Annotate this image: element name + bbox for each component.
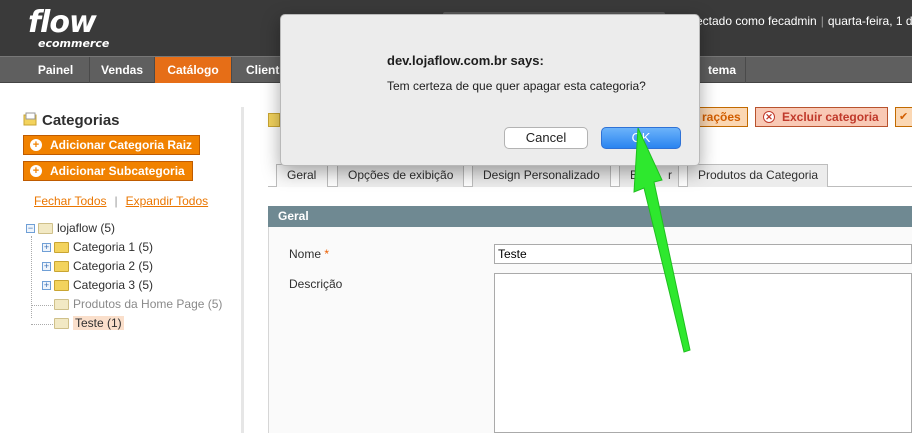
tree-node-produtos-home[interactable]: Produtos da Home Page (5)	[54, 295, 222, 313]
dialog-message: Tem certeza de que quer apagar esta cate…	[387, 79, 646, 93]
expand-node-icon[interactable]: +	[42, 262, 51, 272]
delete-category-label: Excluir categoria	[782, 110, 879, 124]
tree-node-categoria-2[interactable]: + Categoria 2 (5)	[42, 257, 153, 275]
tree-node-categoria-3[interactable]: + Categoria 3 (5)	[42, 276, 153, 294]
category-page-icon	[268, 113, 280, 127]
nav-painel[interactable]: Painel	[0, 57, 90, 83]
sidebar-divider	[241, 107, 244, 433]
logo-subtitle: ecommerce	[38, 37, 110, 50]
tree-connector	[31, 305, 53, 306]
store-folder-icon	[38, 223, 53, 235]
tree-node-label: Categoria 2 (5)	[73, 259, 154, 273]
tree-node-root[interactable]: − lojaflow (5)	[26, 219, 115, 237]
tree-links: Fechar Todos | Expandir Todos	[34, 194, 208, 208]
tree-node-label: Produtos da Home Page (5)	[73, 297, 223, 311]
required-marker: *	[324, 247, 330, 261]
add-subcategory-label: Adicionar Subcategoria	[50, 164, 185, 178]
folder-icon	[54, 280, 69, 292]
green-arrow-annotation	[633, 128, 691, 353]
link-separator: |	[114, 194, 118, 208]
expand-node-icon[interactable]: +	[42, 243, 51, 253]
add-root-category-label: Adicionar Categoria Raiz	[50, 138, 193, 152]
logged-in-text: ectado como fecadmin	[696, 14, 817, 28]
user-info: ectado como fecadmin | quarta-feira, 1 de	[696, 14, 912, 28]
delete-icon: ✕	[763, 111, 775, 123]
description-field-label: Descrição	[289, 277, 343, 291]
tab-opcoes-exibicao[interactable]: Opções de exibição	[337, 164, 464, 187]
toolbar-button-partial[interactable]: rações	[695, 107, 748, 127]
logo-wordmark: flow	[28, 5, 97, 40]
tree-node-label: Categoria 1 (5)	[73, 240, 154, 254]
tree-node-label: Categoria 3 (5)	[73, 278, 154, 292]
plus-icon: +	[30, 139, 42, 151]
categories-title: Categorias	[42, 112, 120, 129]
collapse-all-link[interactable]: Fechar Todos	[34, 194, 107, 208]
tree-node-categoria-1[interactable]: + Categoria 1 (5)	[42, 238, 153, 256]
delete-category-button[interactable]: ✕ Excluir categoria	[755, 107, 888, 127]
add-subcategory-button[interactable]: + Adicionar Subcategoria	[23, 161, 193, 181]
name-field-label: Nome *	[289, 247, 329, 261]
add-root-category-button[interactable]: + Adicionar Categoria Raiz	[23, 135, 200, 155]
dialog-title: dev.lojaflow.com.br says:	[387, 53, 544, 68]
tree-node-label: lojaflow (5)	[57, 221, 116, 235]
flow-logo[interactable]: flow ecommerce	[28, 5, 110, 50]
cancel-button[interactable]: Cancel	[504, 127, 588, 149]
collapse-node-icon[interactable]: −	[26, 224, 35, 234]
nav-catalogo[interactable]: Catálogo	[155, 57, 232, 83]
plus-icon: +	[30, 165, 42, 177]
expand-node-icon[interactable]: +	[42, 281, 51, 291]
name-label-text: Nome	[289, 247, 322, 261]
nav-vendas[interactable]: Vendas	[90, 57, 155, 83]
nav-sistema[interactable]: tema	[698, 57, 746, 83]
expand-all-link[interactable]: Expandir Todos	[126, 194, 209, 208]
folder-icon	[54, 242, 69, 254]
tree-node-label: Teste (1)	[73, 316, 124, 330]
folder-icon	[54, 299, 69, 311]
date-text: quarta-feira, 1 de	[827, 14, 912, 28]
tab-geral[interactable]: Geral	[276, 164, 328, 187]
folder-icon	[54, 261, 69, 273]
folder-icon	[54, 318, 69, 330]
panel-header: Geral	[268, 206, 912, 227]
save-button-partial[interactable]: ✔	[895, 107, 912, 127]
tree-connector	[31, 324, 53, 325]
nav-clientes[interactable]: Client	[232, 57, 280, 83]
tree-node-teste[interactable]: Teste (1)	[54, 314, 124, 332]
categories-folder-icon	[23, 112, 37, 126]
tab-design-personalizado[interactable]: Design Personalizado	[472, 164, 611, 187]
